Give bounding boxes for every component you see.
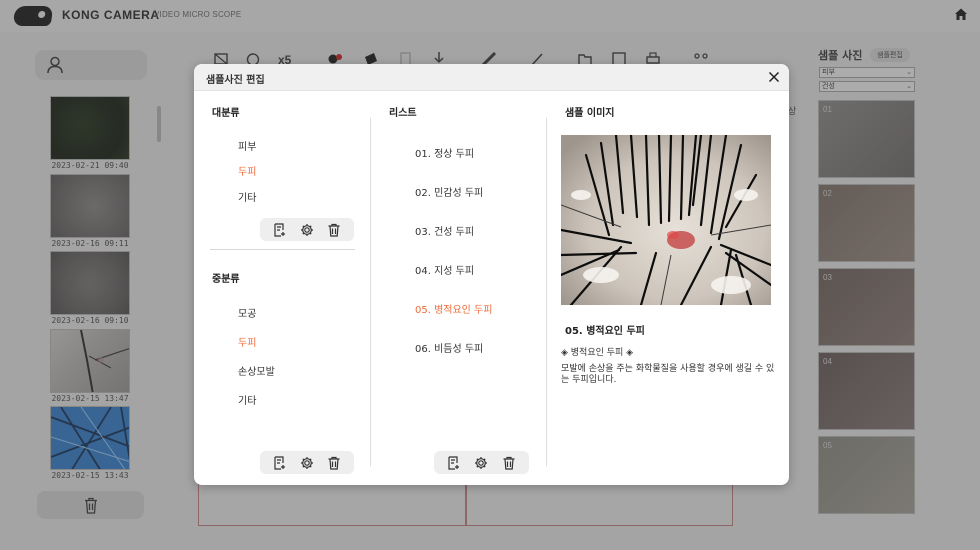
major-category-item[interactable]: 두피 [238, 163, 256, 178]
middle-category-tools [260, 451, 354, 474]
sample-edit-modal: 샘플사진 편집 대분류 피부 두피 기타 중분류 모공 두피 손상모발 기타 리… [194, 64, 789, 485]
major-category-tools [260, 218, 354, 241]
close-icon[interactable] [768, 71, 780, 83]
list-item[interactable]: 04. 지성 두피 [415, 262, 474, 277]
list-item[interactable]: 02. 민감성 두피 [415, 184, 483, 199]
sample-tag: ◈ 병적요인 두피 ◈ [561, 348, 634, 358]
sample-image-preview [561, 135, 771, 305]
gear-icon [300, 223, 313, 236]
major-category-item[interactable]: 기타 [238, 189, 256, 204]
middle-category-item[interactable]: 손상모발 [238, 363, 275, 378]
scalp-microscope-image [561, 135, 771, 305]
list-settings-button[interactable] [474, 456, 488, 470]
modal-title: 샘플사진 편집 [206, 75, 265, 86]
gear-icon [475, 456, 488, 469]
modal-header: 샘플사진 편집 [194, 64, 789, 91]
sample-description: 모발에 손상을 주는 화학물질을 사용할 경우에 생길 수 있는 두피입니다. [561, 364, 775, 385]
add-subcategory-button[interactable] [273, 455, 287, 470]
delete-category-button[interactable] [327, 223, 341, 237]
middle-category-item[interactable]: 기타 [238, 392, 256, 407]
note-add-icon [274, 222, 285, 237]
list-item[interactable]: 06. 비듬성 두피 [415, 340, 483, 355]
trash-icon [328, 456, 340, 470]
trash-icon [328, 223, 340, 237]
trash-icon [503, 456, 515, 470]
column-divider [546, 118, 547, 466]
middle-category-item[interactable]: 모공 [238, 305, 256, 320]
list-item[interactable]: 01. 정상 두피 [415, 145, 474, 160]
category-divider [210, 249, 355, 250]
category-settings-button[interactable] [300, 223, 314, 237]
category-column: 대분류 피부 두피 기타 중분류 모공 두피 손상모발 기타 [194, 91, 370, 485]
add-list-item-button[interactable] [447, 455, 461, 470]
major-category-heading: 대분류 [212, 108, 240, 119]
delete-subcategory-button[interactable] [327, 456, 341, 470]
sample-image-heading: 샘플 이미지 [565, 108, 615, 119]
middle-category-heading: 중분류 [212, 274, 240, 285]
list-item[interactable]: 05. 병적요인 두피 [415, 301, 492, 316]
list-column: 리스트 01. 정상 두피 02. 민감성 두피 03. 건성 두피 04. 지… [371, 91, 546, 485]
list-tools [434, 451, 529, 474]
list-item[interactable]: 03. 건성 두피 [415, 223, 474, 238]
note-add-icon [448, 455, 459, 470]
major-category-item[interactable]: 피부 [238, 138, 256, 153]
add-category-button[interactable] [273, 222, 287, 237]
subcategory-settings-button[interactable] [300, 456, 314, 470]
gear-icon [300, 456, 313, 469]
delete-list-item-button[interactable] [502, 456, 516, 470]
note-add-icon [274, 455, 285, 470]
sample-title: 05. 병적요인 두피 [565, 326, 645, 337]
middle-category-item[interactable]: 두피 [238, 334, 256, 349]
list-heading: 리스트 [389, 108, 417, 119]
